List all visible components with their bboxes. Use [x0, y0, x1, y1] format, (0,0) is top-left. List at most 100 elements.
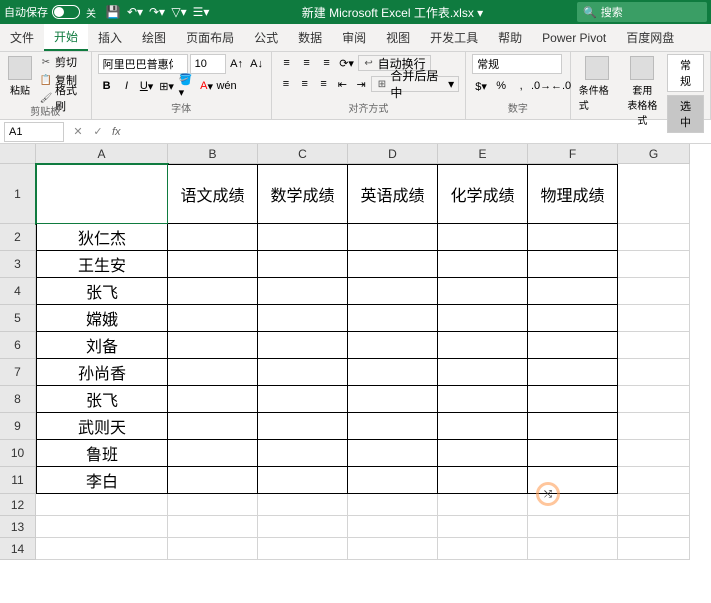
menu-item-1[interactable]: 开始 — [44, 24, 88, 51]
menu-item-7[interactable]: 审阅 — [332, 24, 376, 51]
cell[interactable] — [438, 538, 528, 560]
cell[interactable] — [618, 386, 690, 413]
cell[interactable] — [348, 413, 438, 440]
font-color-button[interactable]: A▾ — [198, 77, 216, 95]
italic-button[interactable]: I — [118, 77, 136, 95]
cell[interactable] — [36, 164, 168, 224]
cell[interactable] — [168, 440, 258, 467]
row-header[interactable]: 13 — [0, 516, 36, 538]
menu-item-11[interactable]: Power Pivot — [532, 24, 616, 51]
cell[interactable] — [438, 224, 528, 251]
menu-item-9[interactable]: 开发工具 — [420, 24, 488, 51]
cell[interactable] — [618, 538, 690, 560]
cell[interactable] — [258, 440, 348, 467]
number-format-select[interactable] — [472, 54, 562, 74]
select-all-corner[interactable] — [0, 144, 36, 164]
bold-button[interactable]: B — [98, 77, 116, 95]
cell[interactable] — [258, 516, 348, 538]
col-header[interactable]: A — [36, 144, 168, 164]
cell[interactable] — [438, 251, 528, 278]
cell[interactable] — [258, 332, 348, 359]
font-name-select[interactable] — [98, 54, 188, 74]
underline-button[interactable]: U▾ — [138, 77, 156, 95]
align-left-icon[interactable]: ≡ — [278, 75, 295, 93]
cell[interactable] — [528, 386, 618, 413]
cell[interactable] — [618, 359, 690, 386]
currency-icon[interactable]: $▾ — [472, 77, 490, 95]
cell[interactable] — [258, 278, 348, 305]
cell[interactable]: 鲁班 — [36, 440, 168, 467]
enter-icon[interactable]: ✓ — [88, 122, 108, 142]
cell[interactable] — [618, 305, 690, 332]
cell[interactable]: 张飞 — [36, 278, 168, 305]
cell[interactable] — [438, 278, 528, 305]
col-header[interactable]: F — [528, 144, 618, 164]
cell[interactable] — [528, 467, 618, 494]
conditional-format-button[interactable]: 条件格式 — [577, 54, 618, 114]
cell[interactable] — [168, 494, 258, 516]
cell[interactable] — [258, 413, 348, 440]
row-header[interactable]: 9 — [0, 413, 36, 440]
align-middle-icon[interactable]: ≡ — [298, 54, 316, 72]
cell[interactable] — [258, 538, 348, 560]
row-header[interactable]: 4 — [0, 278, 36, 305]
cell[interactable] — [528, 413, 618, 440]
cell[interactable] — [168, 278, 258, 305]
row-header[interactable]: 7 — [0, 359, 36, 386]
merge-center-button[interactable]: ⊞合并后居中▾ — [371, 76, 459, 92]
cell[interactable] — [618, 278, 690, 305]
decrease-font-icon[interactable]: A↓ — [248, 55, 266, 73]
cell[interactable]: 狄仁杰 — [36, 224, 168, 251]
menu-item-12[interactable]: 百度网盘 — [616, 24, 684, 51]
cell[interactable] — [36, 516, 168, 538]
menu-item-4[interactable]: 页面布局 — [176, 24, 244, 51]
cell[interactable] — [258, 359, 348, 386]
filter-icon[interactable]: ▽▾ — [172, 5, 186, 19]
cell[interactable] — [348, 538, 438, 560]
cell[interactable]: 刘备 — [36, 332, 168, 359]
col-header[interactable]: E — [438, 144, 528, 164]
cell[interactable]: 武则天 — [36, 413, 168, 440]
cell[interactable] — [348, 251, 438, 278]
cell[interactable] — [258, 305, 348, 332]
cell[interactable] — [618, 164, 690, 224]
align-bottom-icon[interactable]: ≡ — [318, 54, 336, 72]
col-header[interactable]: C — [258, 144, 348, 164]
cell[interactable] — [348, 516, 438, 538]
align-center-icon[interactable]: ≡ — [296, 75, 313, 93]
cell[interactable]: 语文成绩 — [168, 164, 258, 224]
cell[interactable]: 张飞 — [36, 386, 168, 413]
cell[interactable] — [348, 332, 438, 359]
cell[interactable] — [168, 467, 258, 494]
cell[interactable] — [438, 413, 528, 440]
border-button[interactable]: ⊞▾ — [158, 77, 176, 95]
cell[interactable] — [258, 494, 348, 516]
cell[interactable] — [168, 332, 258, 359]
cell[interactable] — [438, 467, 528, 494]
cell-style-normal[interactable]: 常规 — [667, 54, 704, 92]
row-header[interactable]: 12 — [0, 494, 36, 516]
comma-icon[interactable]: , — [512, 77, 530, 95]
menu-item-5[interactable]: 公式 — [244, 24, 288, 51]
cell[interactable] — [168, 516, 258, 538]
cell[interactable] — [348, 305, 438, 332]
search-box[interactable]: 🔍 搜索 — [577, 2, 707, 22]
fx-icon[interactable]: fx — [112, 126, 121, 138]
save-icon[interactable]: 💾 — [106, 5, 120, 19]
cell[interactable] — [438, 440, 528, 467]
cell[interactable]: 物理成绩 — [528, 164, 618, 224]
cancel-icon[interactable]: ✕ — [68, 122, 88, 142]
cell[interactable] — [528, 516, 618, 538]
cell[interactable] — [168, 224, 258, 251]
cell[interactable] — [528, 251, 618, 278]
cell[interactable] — [618, 413, 690, 440]
cell[interactable] — [528, 305, 618, 332]
cell[interactable] — [438, 332, 528, 359]
row-header[interactable]: 11 — [0, 467, 36, 494]
row-header[interactable]: 3 — [0, 251, 36, 278]
cell[interactable] — [438, 516, 528, 538]
cell[interactable] — [438, 386, 528, 413]
row-header[interactable]: 2 — [0, 224, 36, 251]
paste-button[interactable]: 粘贴 — [6, 54, 34, 99]
increase-font-icon[interactable]: A↑ — [228, 55, 246, 73]
